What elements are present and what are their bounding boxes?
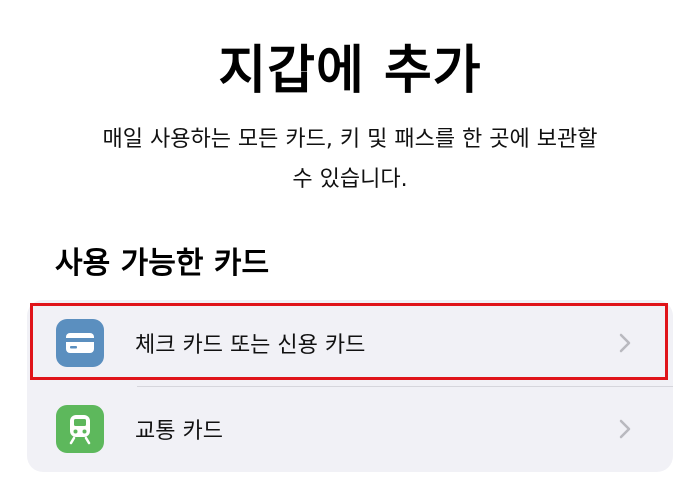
page-title: 지갑에 추가 bbox=[218, 41, 482, 101]
section-heading: 사용 가능한 카드 bbox=[55, 246, 270, 281]
chevron-right-icon bbox=[619, 333, 631, 353]
debit-credit-card-label: 체크 카드 또는 신용 카드 bbox=[135, 333, 366, 358]
description-line-2: 수 있습니다. bbox=[292, 167, 408, 192]
page-description: 매일 사용하는 모든 카드, 키 및 패스를 한 곳에 보관할 수 있습니다. bbox=[40, 120, 660, 200]
transit-card-label: 교통 카드 bbox=[135, 419, 223, 444]
debit-credit-card-row[interactable]: 체크 카드 또는 신용 카드 bbox=[27, 300, 673, 386]
train-icon bbox=[56, 405, 104, 453]
description-line-1: 매일 사용하는 모든 카드, 키 및 패스를 한 곳에 보관할 bbox=[102, 127, 598, 152]
credit-card-icon bbox=[56, 319, 104, 367]
card-type-list: 체크 카드 또는 신용 카드 교통 카드 bbox=[27, 300, 673, 472]
add-to-wallet-screen: 지갑에 추가 매일 사용하는 모든 카드, 키 및 패스를 한 곳에 보관할 수… bbox=[0, 0, 700, 502]
chevron-right-icon bbox=[619, 419, 631, 439]
transit-card-row[interactable]: 교통 카드 bbox=[27, 386, 673, 472]
